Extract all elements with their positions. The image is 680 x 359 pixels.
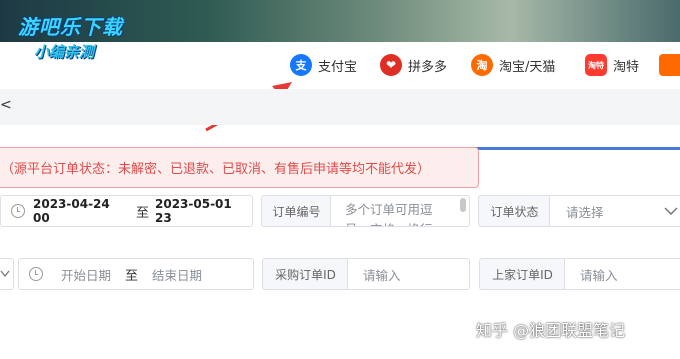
purchase-id-input[interactable]: 请输入 bbox=[347, 258, 470, 290]
seller-id-label: 上家订单ID bbox=[479, 258, 565, 290]
end-date-placeholder[interactable]: 结束日期 bbox=[152, 265, 202, 284]
date-separator: 至 bbox=[125, 268, 139, 284]
taobao-icon: 淘 bbox=[471, 54, 493, 76]
alipay-icon: 支 bbox=[290, 54, 312, 76]
platform-taote[interactable]: 淘特 淘特 bbox=[585, 53, 639, 77]
platform-alipay[interactable]: 支 支付宝 bbox=[290, 53, 357, 77]
alert-text: （源平台订单状态：未解密、已退款、已取消、有售后申请等均不能代发） bbox=[1, 162, 431, 177]
pinduoduo-icon: ❤ bbox=[380, 54, 402, 76]
order-no-label: 订单编号 bbox=[261, 195, 331, 227]
order-no-textarea[interactable]: 多个订单可用逗号、空格、换行 bbox=[330, 195, 470, 227]
chevron-down-icon bbox=[0, 270, 10, 278]
sub-navbar: < bbox=[0, 89, 680, 125]
more-platform-icon[interactable] bbox=[659, 54, 680, 76]
clock-icon bbox=[11, 204, 25, 218]
date-start[interactable]: 2023-04-24 00 bbox=[33, 197, 130, 225]
platform-label: 淘特 bbox=[613, 59, 640, 75]
clock-icon bbox=[29, 267, 43, 281]
order-status-label: 订单状态 bbox=[478, 195, 550, 227]
select-dropdown[interactable] bbox=[0, 258, 14, 290]
date-separator: 至 bbox=[135, 205, 149, 221]
back-arrow-icon[interactable]: < bbox=[0, 97, 12, 113]
watermark-zhihu: 知乎 @狼团联盟笔记 bbox=[476, 321, 626, 340]
alert-banner: （源平台订单状态：未解密、已退款、已取消、有售后申请等均不能代发） bbox=[0, 147, 479, 188]
platform-label: 淘宝/天猫 bbox=[499, 59, 556, 75]
platform-taobao[interactable]: 淘 淘宝/天猫 bbox=[471, 53, 555, 77]
watermark-subtitle: 小编亲测 bbox=[34, 43, 95, 61]
date-range-picker[interactable]: 2023-04-24 00 至 2023-05-01 23 bbox=[0, 195, 253, 227]
date-range-picker-2[interactable]: 开始日期 至 结束日期 bbox=[18, 258, 254, 290]
date-end[interactable]: 2023-05-01 23 bbox=[155, 197, 252, 225]
scrollbar-thumb[interactable] bbox=[460, 198, 466, 212]
order-no-placeholder: 多个订单可用逗号、空格、换行 bbox=[345, 202, 433, 226]
order-status-placeholder: 请选择 bbox=[566, 204, 604, 220]
platform-label: 拼多多 bbox=[408, 59, 448, 75]
start-date-placeholder[interactable]: 开始日期 bbox=[61, 265, 111, 284]
chevron-down-icon bbox=[664, 207, 678, 216]
watermark-logo: 游吧乐下载 bbox=[18, 15, 123, 39]
platform-pinduoduo[interactable]: ❤ 拼多多 bbox=[380, 53, 447, 77]
seller-id-placeholder: 请输入 bbox=[580, 267, 618, 283]
seller-id-input[interactable]: 请输入 bbox=[564, 258, 680, 290]
platform-label: 支付宝 bbox=[318, 59, 358, 75]
order-status-select[interactable]: 请选择 bbox=[549, 195, 680, 227]
purchase-id-label: 采购订单ID bbox=[262, 258, 348, 290]
platform-bar: 支 支付宝 ❤ 拼多多 淘 淘宝/天猫 淘特 淘特 bbox=[0, 42, 680, 89]
purchase-id-placeholder: 请输入 bbox=[363, 267, 401, 283]
taote-icon: 淘特 bbox=[585, 54, 607, 76]
